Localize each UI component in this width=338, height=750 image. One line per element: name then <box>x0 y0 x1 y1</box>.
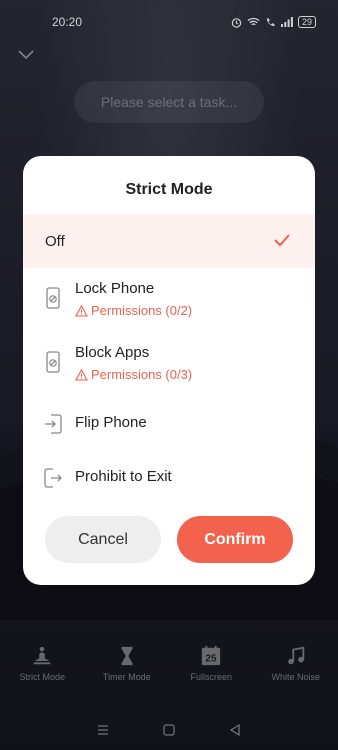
permissions-warning[interactable]: Permissions (0/3) <box>75 367 192 382</box>
option-label: Off <box>45 232 65 250</box>
block-apps-icon <box>46 351 60 373</box>
exit-icon <box>44 468 62 488</box>
option-lock-phone[interactable]: Lock Phone Permissions (0/2) <box>23 274 315 334</box>
confirm-button[interactable]: Confirm <box>177 516 293 563</box>
option-flip-phone[interactable]: Flip Phone <box>23 404 315 444</box>
option-text: Lock Phone Permissions (0/2) <box>75 280 192 318</box>
warning-text: Permissions (0/2) <box>91 303 193 318</box>
strict-mode-dialog: Strict Mode Off Lock Phone Permissions (… <box>23 156 315 585</box>
dialog-title: Strict Mode <box>125 181 213 198</box>
warning-text: Permissions (0/3) <box>91 367 193 382</box>
warning-icon <box>75 368 88 381</box>
check-icon <box>274 234 290 247</box>
warning-icon <box>75 304 88 317</box>
option-label: Prohibit to Exit <box>75 468 172 485</box>
option-label: Lock Phone <box>75 280 155 297</box>
cancel-button[interactable]: Cancel <box>45 516 161 563</box>
option-text: Block Apps Permissions (0/3) <box>75 344 192 382</box>
option-off[interactable]: Off <box>23 214 315 268</box>
option-label: Block Apps <box>75 344 150 361</box>
option-block-apps[interactable]: Block Apps Permissions (0/3) <box>23 338 315 398</box>
lock-phone-icon <box>46 287 60 309</box>
option-label: Flip Phone <box>75 414 147 431</box>
flip-phone-icon <box>45 414 62 434</box>
option-prohibit-exit[interactable]: Prohibit to Exit <box>23 458 315 498</box>
permissions-warning[interactable]: Permissions (0/2) <box>75 303 192 318</box>
